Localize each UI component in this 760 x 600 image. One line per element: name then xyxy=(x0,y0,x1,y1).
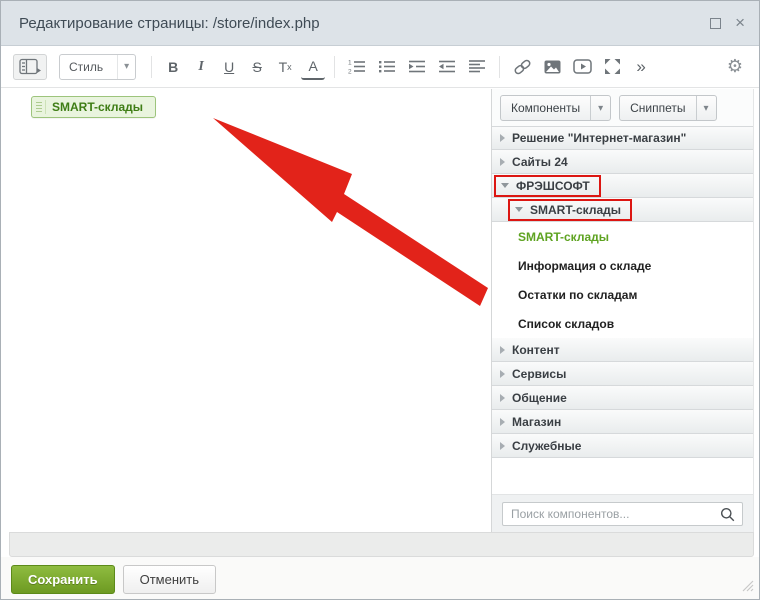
resize-grip-icon[interactable] xyxy=(741,579,754,597)
sidebar-tabs: Компоненты ▾ Сниппеты ▾ xyxy=(492,89,753,126)
dialog-titlebar[interactable]: Редактирование страницы: /store/index.ph… xyxy=(1,1,759,46)
component-tag-smart-sklady[interactable]: SMART-склады xyxy=(31,96,156,118)
indent-icon[interactable] xyxy=(404,54,430,80)
ordered-list-icon[interactable]: 12 xyxy=(344,54,370,80)
component-item-ostatki-po-skladam[interactable]: Остатки по складам xyxy=(492,280,753,309)
italic-button[interactable]: I xyxy=(189,54,213,80)
toolbar-separator xyxy=(499,56,500,78)
sidebar-item-sluzhebnye[interactable]: Служебные xyxy=(492,434,753,458)
dialog-title: Редактирование страницы: /store/index.ph… xyxy=(19,15,696,32)
component-item-spisok-skladov[interactable]: Список складов xyxy=(492,309,753,338)
bullet-list-icon[interactable] xyxy=(374,54,400,80)
chevron-right-icon xyxy=(500,370,505,378)
close-icon[interactable]: × xyxy=(735,16,745,30)
svg-text:2: 2 xyxy=(348,69,352,75)
editor-canvas[interactable]: SMART-склады xyxy=(1,89,491,532)
gear-icon[interactable]: ⚙ xyxy=(727,56,743,77)
chevron-down-icon[interactable]: ▾ xyxy=(696,96,716,120)
video-icon[interactable] xyxy=(569,54,596,80)
more-tools-button[interactable]: » xyxy=(629,54,653,80)
cancel-button[interactable]: Отменить xyxy=(123,565,216,594)
edit-page-dialog: Редактирование страницы: /store/index.ph… xyxy=(0,0,760,600)
sidebar-item-magazin[interactable]: Магазин xyxy=(492,410,753,434)
sidebar-item-internet-magazin[interactable]: Решение "Интернет-магазин" xyxy=(492,126,753,150)
sidebar-item-servisy[interactable]: Сервисы xyxy=(492,362,753,386)
svg-text:1: 1 xyxy=(348,60,352,67)
chevron-right-icon xyxy=(500,442,505,450)
link-icon[interactable] xyxy=(509,54,536,80)
red-highlight-box: SMART-склады xyxy=(508,199,632,221)
editor-toolbar: Стиль ▾ B I U S Tx A 12 xyxy=(1,46,759,88)
sidebar-item-kontent[interactable]: Контент xyxy=(492,338,753,362)
dialog-body: SMART-склады Компоненты ▾ Сниппеты ▾ xyxy=(1,89,760,532)
bold-button[interactable]: B xyxy=(161,54,185,80)
component-item-smart-sklady[interactable]: SMART-склады xyxy=(492,222,753,251)
chevron-right-icon xyxy=(500,394,505,402)
component-search-panel xyxy=(492,494,753,532)
dialog-footer: Сохранить Отменить xyxy=(1,557,759,600)
drag-grip-icon xyxy=(36,100,46,114)
underline-button[interactable]: U xyxy=(217,54,241,80)
editor-bottom-strip xyxy=(9,532,754,557)
search-icon[interactable] xyxy=(720,507,735,527)
strikethrough-button[interactable]: S xyxy=(245,54,269,80)
chevron-down-icon xyxy=(501,183,509,188)
toolbar-separator xyxy=(334,56,335,78)
toolbar-separator xyxy=(151,56,152,78)
maximize-icon[interactable] xyxy=(710,18,721,29)
tab-components[interactable]: Компоненты ▾ xyxy=(500,95,611,121)
text-color-button[interactable]: A xyxy=(301,54,325,80)
sidebar-item-freshsoft[interactable]: ФРЭШСОФТ xyxy=(492,174,753,198)
outdent-icon[interactable] xyxy=(434,54,460,80)
sidebar-item-smart-sklady-group[interactable]: SMART-склады xyxy=(492,198,753,222)
components-tree: Решение "Интернет-магазин" Сайты 24 ФРЭШ… xyxy=(492,126,753,494)
sidebar-item-obshchenie[interactable]: Общение xyxy=(492,386,753,410)
red-annotation-arrow xyxy=(1,89,491,532)
tab-snippets[interactable]: Сниппеты ▾ xyxy=(619,95,716,121)
chevron-right-icon xyxy=(500,346,505,354)
style-select-value: Стиль xyxy=(60,60,117,74)
component-item-informaciya-o-sklade[interactable]: Информация о складе xyxy=(492,251,753,280)
image-icon[interactable] xyxy=(540,54,565,80)
chevron-down-icon xyxy=(515,207,523,212)
chevron-down-icon[interactable]: ▾ xyxy=(590,96,610,120)
red-highlight-box: ФРЭШСОФТ xyxy=(494,175,601,197)
chevron-right-icon xyxy=(500,134,505,142)
fullscreen-icon[interactable] xyxy=(600,54,625,80)
chevron-right-icon xyxy=(500,418,505,426)
sidebar-item-saity-24[interactable]: Сайты 24 xyxy=(492,150,753,174)
save-button[interactable]: Сохранить xyxy=(11,565,115,594)
chevron-right-icon xyxy=(500,158,505,166)
clear-format-button[interactable]: Tx xyxy=(273,54,297,80)
chevron-down-icon: ▾ xyxy=(117,55,135,79)
align-icon[interactable] xyxy=(464,54,490,80)
components-sidebar: Компоненты ▾ Сниппеты ▾ Решение "Интерне… xyxy=(491,89,754,532)
style-select[interactable]: Стиль ▾ xyxy=(59,54,136,80)
component-search-input[interactable] xyxy=(502,502,743,526)
components-panel-toggle-icon[interactable] xyxy=(13,54,47,80)
component-tag-label: SMART-склады xyxy=(52,100,143,114)
